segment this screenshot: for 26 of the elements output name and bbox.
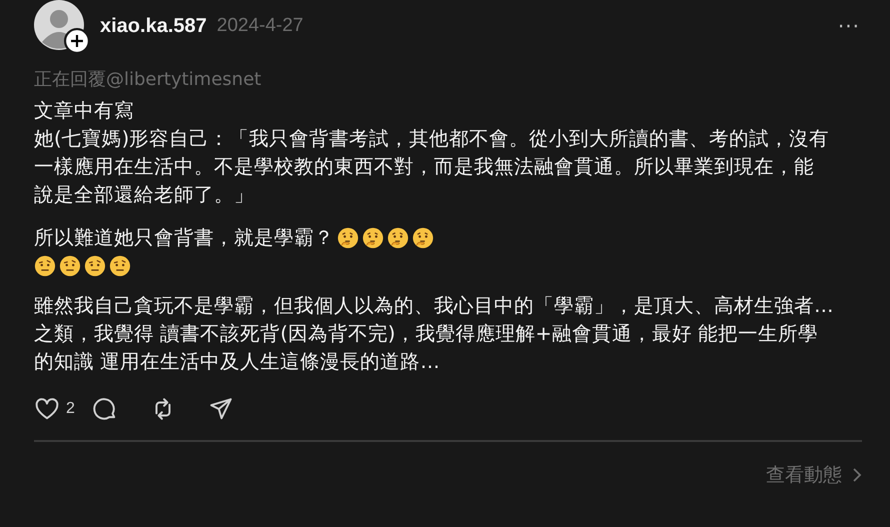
raised-eyebrow-face-icon <box>34 255 56 277</box>
thinking-face-icon <box>412 227 434 249</box>
comment-icon[interactable] <box>92 396 118 422</box>
post-text: 之類，我覺得 讀書不該死背(因為背不完)，我覺得應理解+融會貫通，最好 能把一生所學 <box>34 321 818 347</box>
username[interactable]: xiao.ka.587 <box>100 14 207 38</box>
post-date: 2024-4-27 <box>216 15 304 37</box>
thinking-face-icon <box>387 227 409 249</box>
thinking-face-icon <box>337 227 359 249</box>
more-icon[interactable]: ··· <box>838 14 860 38</box>
post-text: 她(七寶媽)形容自己：「我只會背書考試，其他都不會。從小到大所讀的書、考的試，沒有 <box>34 126 830 152</box>
post-text: 一樣應用在生活中。不是學校教的東西不對，而是我無法融會貫通。所以畢業到現在，能 <box>34 154 814 180</box>
share-icon[interactable] <box>208 396 234 422</box>
post-text: 說是全部還給老師了。」 <box>34 182 254 208</box>
thinking-face-icon <box>362 227 384 249</box>
raised-eyebrow-face-icon <box>109 255 131 277</box>
like-count: 2 <box>66 400 75 418</box>
post-text: 雖然我自己貪玩不是學霸，但我個人以為的、我心目中的「學霸」，是頂大、高材生強者… <box>34 293 834 319</box>
post-text: 文章中有寫 <box>34 98 134 124</box>
raised-eyebrow-face-icon <box>84 255 106 277</box>
post-text: 的知識 運用在生活中及人生這條漫長的道路… <box>34 349 440 375</box>
reply-to-text: 正在回覆@libertytimesnet <box>34 68 262 92</box>
follow-icon[interactable] <box>64 28 90 54</box>
chevron-icon <box>852 467 862 483</box>
post-text: 所以難道她只會背書，就是學霸？ <box>34 225 334 251</box>
like-icon[interactable] <box>34 396 60 422</box>
raised-eyebrow-face-icon <box>59 255 81 277</box>
